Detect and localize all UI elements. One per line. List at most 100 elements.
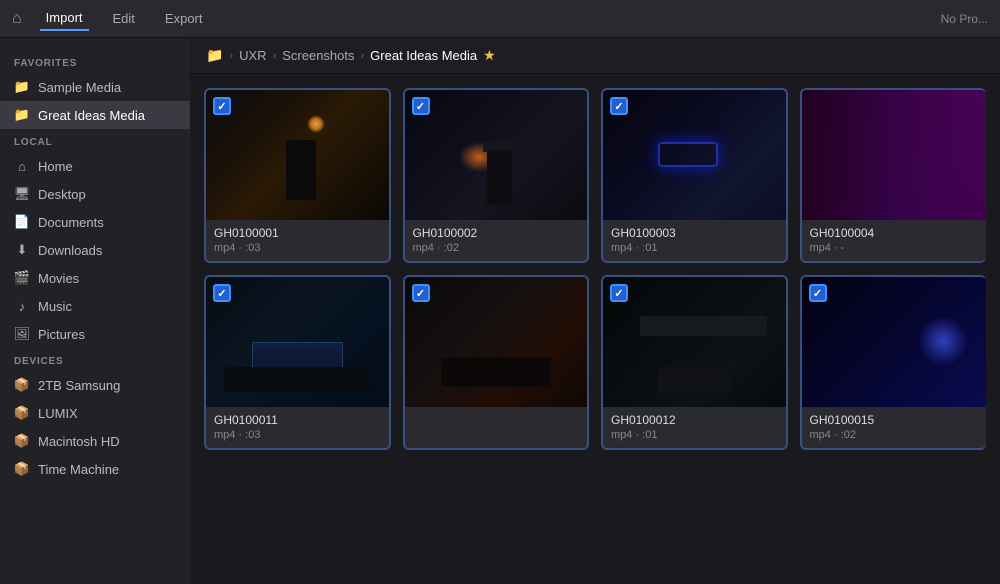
sidebar: FAVORITES 📁 Sample Media 📁 Great Ideas M… xyxy=(0,38,190,584)
media-thumbnail xyxy=(603,90,786,220)
media-thumbnail xyxy=(405,277,588,407)
media-card-gh0100012-pre[interactable] xyxy=(403,275,590,450)
sidebar-item-label: Time Machine xyxy=(38,462,119,477)
documents-icon: 📄 xyxy=(14,214,30,230)
home-icon: ⌂ xyxy=(14,158,30,174)
media-filename: GH0100015 xyxy=(810,413,979,427)
media-meta: mp4 · - xyxy=(810,242,979,254)
media-info xyxy=(405,407,588,422)
folder-icon: 📁 xyxy=(14,79,30,95)
media-info: GH0100001 mp4 · :03 xyxy=(206,220,389,261)
media-meta: mp4 · :03 xyxy=(214,242,381,254)
breadcrumb: 📁 › UXR › Screenshots › Great Ideas Medi… xyxy=(190,38,1000,74)
sidebar-item-downloads[interactable]: ⬇ Downloads xyxy=(0,236,190,264)
sidebar-item-label: Movies xyxy=(38,271,79,286)
sidebar-item-2tb-samsung[interactable]: 📦 2TB Samsung xyxy=(0,371,190,399)
media-card-gh0100001[interactable]: GH0100001 mp4 · :03 xyxy=(204,88,391,263)
folder-icon: 📁 xyxy=(14,107,30,123)
desktop-icon: 🖥 xyxy=(14,186,30,202)
media-meta: mp4 · :02 xyxy=(810,429,979,441)
content-area: 📁 › UXR › Screenshots › Great Ideas Medi… xyxy=(190,38,1000,584)
media-card-gh0100004[interactable]: GH0100004 mp4 · - xyxy=(800,88,987,263)
media-card-gh0100012[interactable]: GH0100012 mp4 · :01 xyxy=(601,275,788,450)
media-card-gh0100011[interactable]: GH0100011 mp4 · :03 xyxy=(204,275,391,450)
media-checkbox[interactable] xyxy=(809,284,827,302)
tab-edit[interactable]: Edit xyxy=(107,7,141,30)
favorites-section-label: FAVORITES xyxy=(0,50,190,73)
breadcrumb-screenshots[interactable]: Screenshots xyxy=(282,48,354,63)
media-meta: mp4 · :03 xyxy=(214,429,381,441)
sidebar-item-label: Home xyxy=(38,159,73,174)
media-checkbox[interactable] xyxy=(213,97,231,115)
breadcrumb-uxr[interactable]: UXR xyxy=(239,48,266,63)
home-icon[interactable]: ⌂ xyxy=(12,10,22,28)
media-filename: GH0100011 xyxy=(214,413,381,427)
drive-icon: 📦 xyxy=(14,405,30,421)
sidebar-item-label: LUMIX xyxy=(38,406,78,421)
no-proxy-label: No Pro... xyxy=(941,12,988,26)
sidebar-item-great-ideas[interactable]: 📁 Great Ideas Media xyxy=(0,101,190,129)
sidebar-item-documents[interactable]: 📄 Documents xyxy=(0,208,190,236)
sidebar-item-label: Sample Media xyxy=(38,80,121,95)
media-meta: mp4 · :01 xyxy=(611,242,778,254)
media-info: GH0100015 mp4 · :02 xyxy=(802,407,987,448)
media-thumbnail xyxy=(802,277,987,407)
top-bar: ⌂ Import Edit Export No Pro... xyxy=(0,0,1000,38)
breadcrumb-great-ideas[interactable]: Great Ideas Media xyxy=(370,48,477,63)
sidebar-item-label: 2TB Samsung xyxy=(38,378,120,393)
media-meta: mp4 · :02 xyxy=(413,242,580,254)
breadcrumb-star-icon[interactable]: ★ xyxy=(483,47,496,64)
media-card-gh0100002[interactable]: GH0100002 mp4 · :02 xyxy=(403,88,590,263)
media-checkbox[interactable] xyxy=(412,284,430,302)
media-info: GH0100012 mp4 · :01 xyxy=(603,407,786,448)
sidebar-item-label: Macintosh HD xyxy=(38,434,120,449)
breadcrumb-sep: › xyxy=(273,50,277,62)
sidebar-item-time-machine[interactable]: 📦 Time Machine xyxy=(0,455,190,483)
media-thumbnail xyxy=(206,90,389,220)
media-checkbox[interactable] xyxy=(610,284,628,302)
drive-icon: 📦 xyxy=(14,433,30,449)
media-thumbnail xyxy=(603,277,786,407)
sidebar-item-label: Music xyxy=(38,299,72,314)
sidebar-item-label: Downloads xyxy=(38,243,102,258)
sidebar-item-movies[interactable]: 🎬 Movies xyxy=(0,264,190,292)
sidebar-item-label: Desktop xyxy=(38,187,86,202)
media-filename: GH0100002 xyxy=(413,226,580,240)
media-info: GH0100004 mp4 · - xyxy=(802,220,987,261)
media-thumbnail xyxy=(802,90,987,220)
media-filename: GH0100012 xyxy=(611,413,778,427)
sidebar-item-label: Great Ideas Media xyxy=(38,108,145,123)
sidebar-item-music[interactable]: ♪ Music xyxy=(0,292,190,320)
media-card-gh0100003[interactable]: GH0100003 mp4 · :01 xyxy=(601,88,788,263)
sidebar-item-lumix[interactable]: 📦 LUMIX xyxy=(0,399,190,427)
movies-icon: 🎬 xyxy=(14,270,30,286)
sidebar-item-pictures[interactable]: 🖼 Pictures xyxy=(0,320,190,348)
media-checkbox[interactable] xyxy=(213,284,231,302)
pictures-icon: 🖼 xyxy=(14,326,30,342)
media-checkbox[interactable] xyxy=(610,97,628,115)
media-meta: mp4 · :01 xyxy=(611,429,778,441)
breadcrumb-folder-icon: 📁 xyxy=(206,47,223,64)
media-thumbnail xyxy=(206,277,389,407)
sidebar-item-label: Documents xyxy=(38,215,104,230)
tab-export[interactable]: Export xyxy=(159,7,209,30)
media-info: GH0100003 mp4 · :01 xyxy=(603,220,786,261)
sidebar-item-desktop[interactable]: 🖥 Desktop xyxy=(0,180,190,208)
sidebar-item-sample-media[interactable]: 📁 Sample Media xyxy=(0,73,190,101)
media-info: GH0100002 mp4 · :02 xyxy=(405,220,588,261)
media-grid: GH0100001 mp4 · :03 GH0100002 mp4 · :02 xyxy=(190,74,1000,584)
media-filename: GH0100001 xyxy=(214,226,381,240)
media-filename: GH0100003 xyxy=(611,226,778,240)
local-section-label: LOCAL xyxy=(0,129,190,152)
media-thumbnail xyxy=(405,90,588,220)
media-checkbox[interactable] xyxy=(412,97,430,115)
sidebar-item-label: Pictures xyxy=(38,327,85,342)
main-layout: FAVORITES 📁 Sample Media 📁 Great Ideas M… xyxy=(0,38,1000,584)
music-icon: ♪ xyxy=(14,298,30,314)
sidebar-item-macintosh-hd[interactable]: 📦 Macintosh HD xyxy=(0,427,190,455)
media-card-gh0100015[interactable]: GH0100015 mp4 · :02 xyxy=(800,275,987,450)
sidebar-item-home[interactable]: ⌂ Home xyxy=(0,152,190,180)
tab-import[interactable]: Import xyxy=(40,6,89,31)
breadcrumb-sep: › xyxy=(361,50,365,62)
drive-icon: 📦 xyxy=(14,461,30,477)
